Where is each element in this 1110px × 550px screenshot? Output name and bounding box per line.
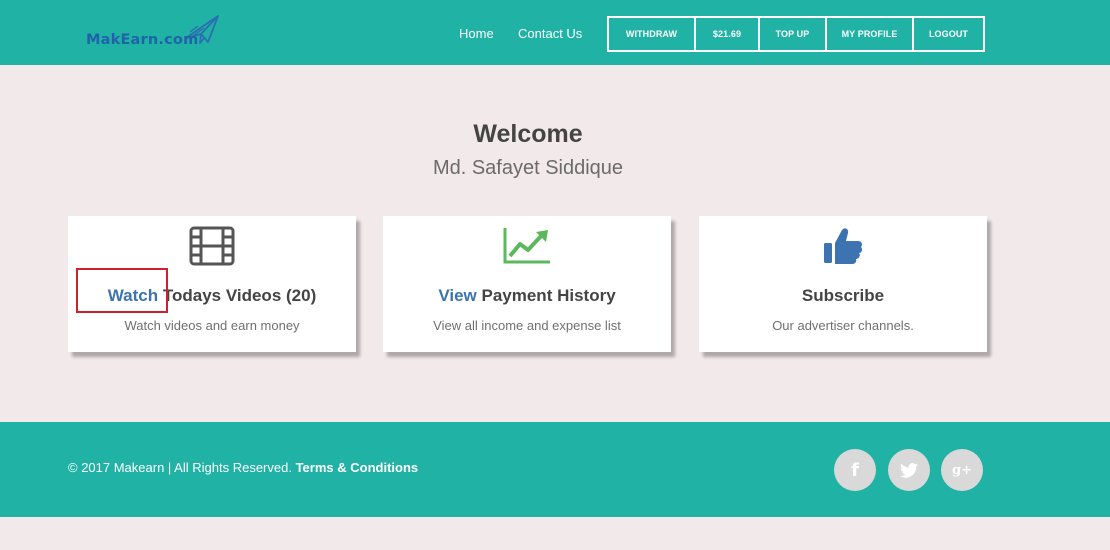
top-navbar: MakEarn.com Home Contact Us WITHDRAW $21…: [0, 0, 1110, 65]
card-title-text: Todays Videos (20): [158, 286, 317, 305]
highlight-annotation-box: [76, 268, 168, 313]
user-name: Md. Safayet Siddique: [432, 157, 624, 179]
line-chart-icon: [503, 228, 550, 264]
withdraw-button[interactable]: WITHDRAW: [607, 16, 696, 52]
logo-text: MakEarn.com: [86, 32, 199, 48]
twitter-bird-icon: [900, 462, 918, 478]
site-logo[interactable]: MakEarn.com: [84, 14, 224, 54]
film-icon: [189, 226, 235, 266]
subscribe-card[interactable]: Subscribe Our advertiser channels.: [699, 216, 987, 352]
google-plus-icon[interactable]: g+: [941, 449, 983, 491]
welcome-heading: Welcome: [473, 120, 583, 148]
copyright-text: © 2017 Makearn | All Rights Reserved. Te…: [68, 460, 418, 475]
facebook-icon[interactable]: f: [834, 449, 876, 491]
nav-contact-link[interactable]: Contact Us: [518, 26, 582, 41]
terms-link[interactable]: Terms & Conditions: [296, 460, 419, 475]
account-button-group: WITHDRAW $21.69 TOP UP MY PROFILE LOGOUT: [607, 16, 985, 52]
card-description: Our advertiser channels.: [772, 318, 914, 333]
twitter-icon[interactable]: [888, 449, 930, 491]
copyright-label: © 2017 Makearn | All Rights Reserved.: [68, 460, 296, 475]
my-profile-button[interactable]: MY PROFILE: [825, 16, 914, 52]
top-up-button[interactable]: TOP UP: [758, 16, 827, 52]
view-link[interactable]: View: [438, 286, 476, 305]
payment-history-card[interactable]: View Payment History View all income and…: [383, 216, 671, 352]
balance-button[interactable]: $21.69: [694, 16, 760, 52]
logout-button[interactable]: LOGOUT: [912, 16, 985, 52]
card-description: Watch videos and earn money: [124, 318, 300, 333]
nav-home-link[interactable]: Home: [459, 26, 494, 41]
thumbs-up-icon: [824, 228, 863, 264]
footer: © 2017 Makearn | All Rights Reserved. Te…: [0, 422, 1110, 517]
card-title: View Payment History: [383, 286, 671, 306]
card-title: Subscribe: [801, 286, 885, 305]
card-title-text: Payment History: [476, 286, 616, 305]
card-description: View all income and expense list: [433, 318, 621, 333]
